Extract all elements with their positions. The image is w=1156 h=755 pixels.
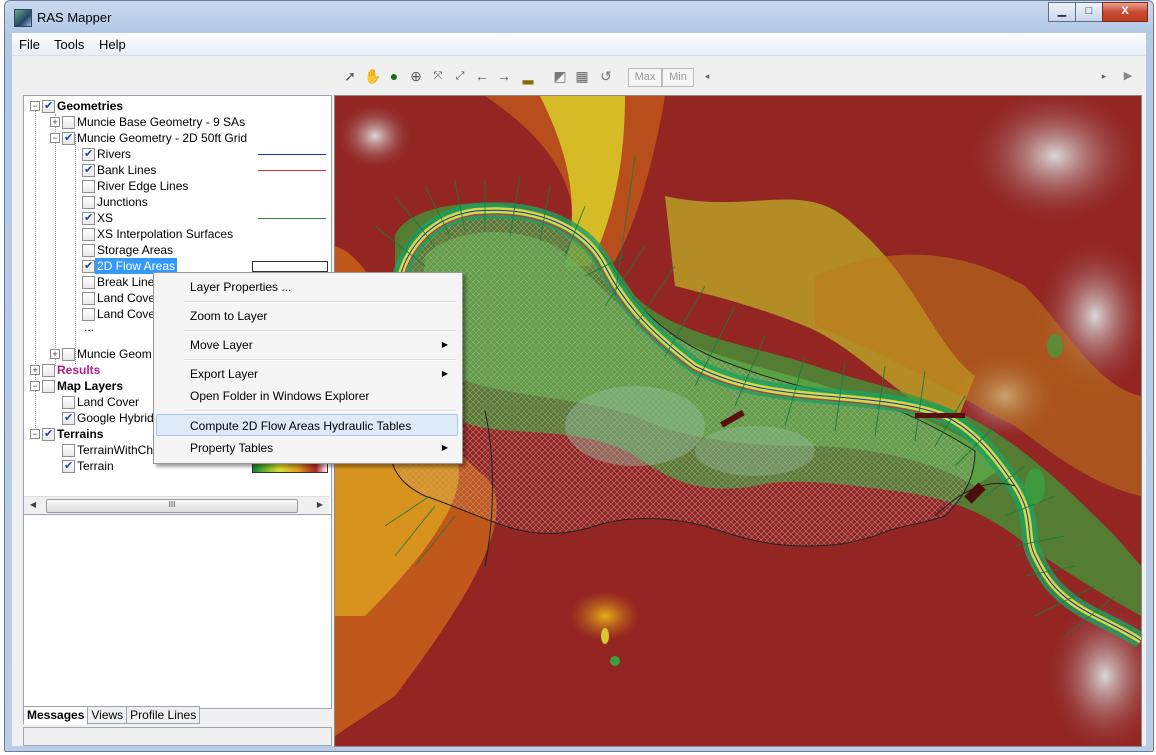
app-window: RAS Mapper ▁ □ X File Tools Help ➚ ✋ ● ⊕…: [4, 0, 1154, 752]
maximize-button[interactable]: □: [1075, 2, 1103, 22]
checkbox[interactable]: [82, 244, 95, 257]
scroll-thumb[interactable]: III: [46, 499, 298, 513]
tree-node-bank-lines[interactable]: Bank Lines: [24, 162, 329, 178]
tree-node-rivers[interactable]: Rivers: [24, 146, 329, 162]
status-bar: [23, 727, 332, 746]
xs-symbol: [258, 218, 326, 219]
checkbox[interactable]: [82, 276, 95, 289]
collapse-icon[interactable]: −: [30, 381, 40, 391]
globe-icon[interactable]: ●: [386, 68, 402, 84]
checkbox[interactable]: [62, 396, 75, 409]
max-button[interactable]: Max: [628, 68, 662, 87]
window-title: RAS Mapper: [37, 10, 112, 25]
checkbox[interactable]: [82, 196, 95, 209]
scroll-left-icon[interactable]: ◂: [699, 68, 715, 84]
pan-hand-icon[interactable]: ✋: [364, 68, 381, 84]
submenu-arrow-icon: ▶: [441, 340, 448, 349]
checkbox[interactable]: [62, 348, 75, 361]
title-bar[interactable]: RAS Mapper ▁ □ X: [5, 1, 1153, 33]
checkbox[interactable]: [62, 130, 75, 146]
expand-icon[interactable]: +: [50, 349, 60, 359]
scroll-right-icon[interactable]: ▶: [314, 500, 326, 512]
measure-icon[interactable]: ▂: [520, 68, 536, 84]
zoom-in-icon[interactable]: ⊕: [408, 68, 424, 84]
ctx-property-tables[interactable]: Property Tables ▶: [156, 437, 458, 459]
checkbox[interactable]: [82, 258, 95, 274]
link-icon[interactable]: ↺: [598, 68, 614, 84]
checkbox[interactable]: [62, 410, 75, 426]
submenu-arrow-icon: ▶: [441, 369, 448, 378]
bank-lines-symbol: [258, 170, 326, 171]
checkbox[interactable]: [42, 364, 55, 377]
checkbox[interactable]: [82, 162, 95, 178]
tree-node-xs[interactable]: XS: [24, 210, 329, 226]
submenu-arrow-icon: ▶: [441, 443, 448, 452]
select-arrow-icon[interactable]: ➚: [342, 68, 358, 84]
checkbox[interactable]: [42, 426, 55, 442]
checkbox[interactable]: [82, 228, 95, 241]
ctx-layer-properties[interactable]: Layer Properties ...: [156, 276, 458, 298]
menu-bar: File Tools Help: [12, 33, 1146, 56]
profile-icon[interactable]: ◩: [552, 68, 568, 84]
menu-file[interactable]: File: [19, 37, 40, 52]
bottom-tabs: Messages Views Profile Lines: [23, 706, 201, 725]
minimize-button[interactable]: ▁: [1048, 2, 1076, 22]
checkbox[interactable]: [82, 146, 95, 162]
zoom-full-icon[interactable]: ⤢: [452, 68, 468, 84]
close-button[interactable]: X: [1102, 2, 1148, 22]
checkbox[interactable]: [82, 292, 95, 305]
ctx-zoom-to-layer[interactable]: Zoom to Layer: [156, 305, 458, 327]
app-icon: [14, 9, 32, 27]
collapse-icon[interactable]: −: [30, 429, 40, 439]
ctx-compute-hydraulic-tables[interactable]: Compute 2D Flow Areas Hydraulic Tables: [156, 414, 458, 436]
checkbox[interactable]: [82, 210, 95, 226]
context-menu: Layer Properties ... Zoom to Layer Move …: [153, 272, 463, 464]
min-button[interactable]: Min: [662, 68, 694, 87]
rivers-symbol: [258, 154, 326, 155]
scroll-right-icon[interactable]: ▸: [1096, 68, 1112, 84]
tab-views[interactable]: Views: [87, 706, 128, 724]
expand-icon[interactable]: +: [50, 117, 60, 127]
checkbox[interactable]: [42, 380, 55, 393]
zoom-extents-icon[interactable]: ⤧: [430, 68, 446, 84]
ctx-export-layer[interactable]: Export Layer ▶: [156, 363, 458, 385]
collapse-icon[interactable]: −: [30, 101, 40, 111]
play-icon[interactable]: ▶: [1120, 68, 1136, 84]
checkbox[interactable]: [62, 458, 75, 474]
menu-help[interactable]: Help: [99, 37, 126, 52]
checkbox[interactable]: [82, 180, 95, 193]
forward-arrow-icon[interactable]: →: [496, 68, 512, 84]
ctx-open-folder[interactable]: Open Folder in Windows Explorer: [156, 385, 458, 407]
checkbox[interactable]: [62, 444, 75, 457]
scroll-left-icon[interactable]: ◀: [27, 500, 39, 512]
menu-tools[interactable]: Tools: [54, 37, 84, 52]
toolbar: ➚ ✋ ● ⊕ ⤧ ⤢ ← → ▂ ◩ ▦ ↺ Max Min ◂ ▸ ▶: [12, 58, 1146, 88]
messages-panel: [23, 514, 332, 709]
client-area: File Tools Help ➚ ✋ ● ⊕ ⤧ ⤢ ← → ▂ ◩ ▦ ↺ …: [12, 33, 1146, 747]
tree-horizontal-scrollbar[interactable]: ◀ III ▶: [24, 496, 329, 514]
collapse-icon[interactable]: −: [50, 133, 60, 143]
expand-icon[interactable]: +: [30, 365, 40, 375]
back-arrow-icon[interactable]: ←: [474, 68, 490, 84]
ctx-move-layer[interactable]: Move Layer ▶: [156, 334, 458, 356]
flow-area-symbol: [252, 261, 328, 272]
tab-messages[interactable]: Messages: [23, 706, 89, 725]
checkbox[interactable]: [42, 98, 55, 114]
raster-icon[interactable]: ▦: [574, 68, 590, 84]
tab-profile-lines[interactable]: Profile Lines: [126, 706, 201, 724]
checkbox[interactable]: [62, 116, 75, 129]
